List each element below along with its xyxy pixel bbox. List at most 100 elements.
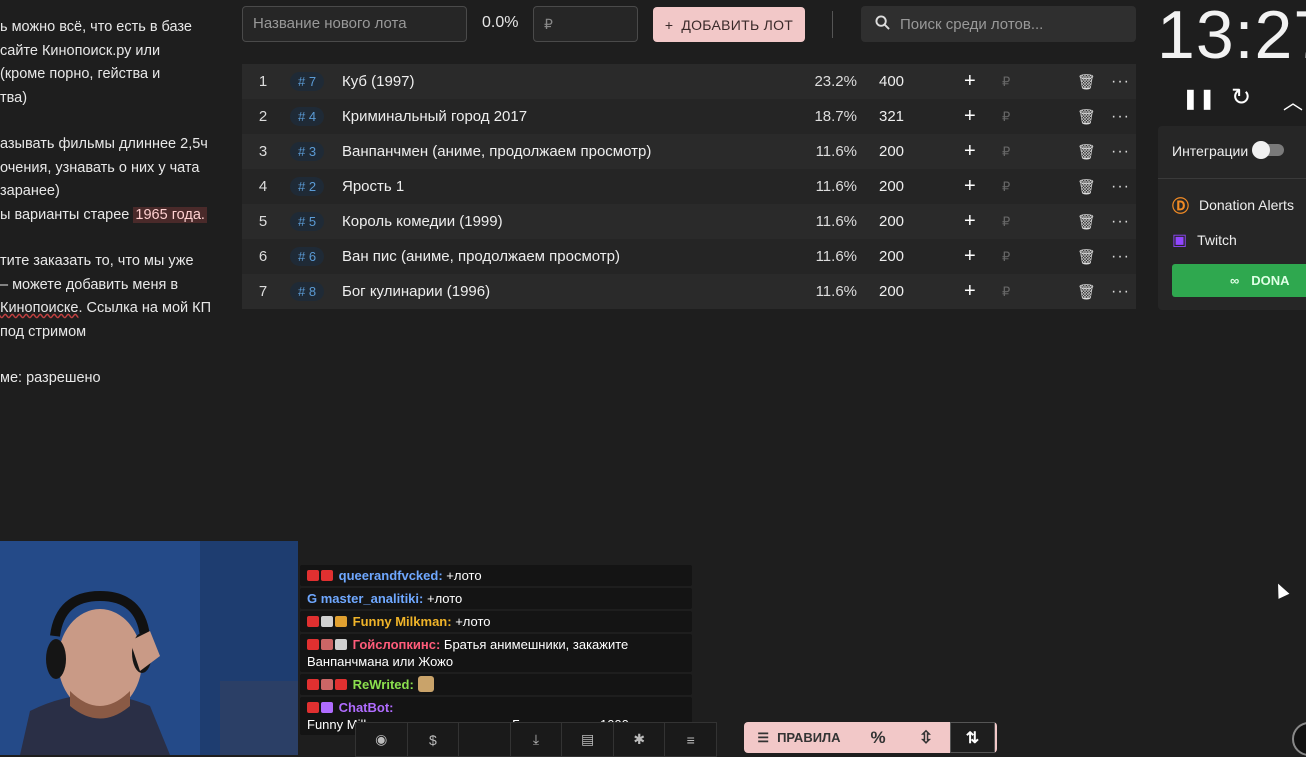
more-icon[interactable]: ···	[1111, 143, 1130, 161]
lot-search-field[interactable]: Поиск среди лотов...	[861, 6, 1136, 42]
lot-id-badge[interactable]: # 3	[290, 142, 325, 161]
more-icon[interactable]: ···	[1111, 108, 1130, 126]
lot-name[interactable]: Ван пис (аниме, продолжаем просмотр)	[342, 248, 762, 265]
lot-id-badge[interactable]: # 6	[290, 247, 325, 266]
trash-icon[interactable]: 🗑	[1077, 178, 1096, 196]
rouble-icon[interactable]: ₽	[1002, 74, 1010, 90]
lot-id-badge[interactable]: # 8	[290, 282, 325, 301]
chat-nick[interactable]: ChatBot:	[339, 700, 394, 715]
chat-nick[interactable]: master_analitiki:	[321, 591, 424, 606]
compress-icon[interactable]: ⇳	[902, 722, 950, 753]
lot-name[interactable]: Ярость 1	[342, 178, 762, 195]
rules-line: под стримом	[0, 323, 87, 340]
lot-id-badge[interactable]: # 5	[290, 212, 325, 231]
chat-nick[interactable]: Гойслопкинс:	[353, 637, 441, 652]
badge-icon	[335, 639, 347, 650]
sort-icon[interactable]: ⇅	[950, 722, 995, 753]
add-amount-icon[interactable]: +	[964, 210, 976, 233]
chat-message: G master_analitiki: +лото	[300, 588, 692, 609]
rules-line-year: ы варианты старее 1965 года.	[0, 204, 236, 228]
integrations-toggle[interactable]	[1252, 141, 1284, 159]
timer-display: 13:27	[1157, 0, 1306, 73]
bug-icon[interactable]: ✱	[614, 723, 666, 756]
lot-amount: 200	[879, 143, 905, 160]
emote-icon	[417, 676, 434, 692]
add-amount-icon[interactable]: +	[964, 105, 976, 128]
lot-row[interactable]: 1 # 7 Куб (1997) 23.2% 400 + ₽ 🗑 ···	[242, 64, 1136, 99]
lot-id-badge[interactable]: # 2	[290, 177, 325, 196]
trash-icon[interactable]: 🗑	[1077, 143, 1096, 161]
more-icon[interactable]: ···	[1111, 213, 1130, 231]
lot-row[interactable]: 2 # 4 Криминальный город 2017 18.7% 321 …	[242, 99, 1136, 134]
lot-id-badge[interactable]: # 4	[290, 107, 325, 126]
lot-name-input[interactable]: Название нового лота	[242, 6, 467, 42]
trash-icon[interactable]: 🗑	[1077, 283, 1096, 301]
g-badge-icon: G	[307, 591, 318, 606]
rouble-icon[interactable]: ₽	[1002, 179, 1010, 195]
chat-text: +лото	[442, 568, 482, 583]
add-lot-button[interactable]: + ДОБАВИТЬ ЛОТ	[653, 7, 805, 42]
lot-name[interactable]: Куб (1997)	[342, 73, 762, 90]
trash-icon[interactable]: 🗑	[1077, 213, 1096, 231]
chat-nick[interactable]: Funny Milkman:	[353, 614, 452, 629]
lot-row[interactable]: 5 # 5 Король комедии (1999) 11.6% 200 + …	[242, 204, 1136, 239]
trash-icon[interactable]: 🗑	[1077, 108, 1096, 126]
add-amount-icon[interactable]: +	[964, 245, 976, 268]
add-amount-icon[interactable]: +	[964, 140, 976, 163]
lot-name[interactable]: Ванпанчмен (аниме, продолжаем просмотр)	[342, 143, 762, 160]
rules-line: заранее)	[0, 183, 60, 199]
donate-button[interactable]: ∞ DONA	[1172, 264, 1306, 297]
trash-icon[interactable]: 🗑	[1077, 73, 1096, 91]
rouble-icon[interactable]: ₽	[1002, 214, 1010, 230]
rules-toolbar: ☰ ПРАВИЛА % ⇳ ⇅	[744, 722, 997, 753]
lot-row[interactable]: 7 # 8 Бог кулинарии (1996) 11.6% 200 + ₽…	[242, 274, 1136, 309]
globe-icon[interactable]	[1292, 722, 1306, 756]
donation-alerts-item[interactable]: Ⓓ Donation Alerts	[1172, 192, 1294, 217]
lot-amount: 400	[879, 73, 905, 90]
clear-list-icon[interactable]: ≡	[665, 723, 716, 756]
rouble-icon[interactable]: ₽	[1002, 249, 1010, 265]
lot-name[interactable]: Криминальный город 2017	[342, 108, 762, 125]
live-badge-icon	[307, 570, 319, 581]
rules-button[interactable]: ☰ ПРАВИЛА	[744, 722, 854, 753]
dollar-icon[interactable]: $	[408, 723, 460, 756]
twitch-item[interactable]: ▣ Twitch	[1172, 230, 1237, 250]
lot-percent: 11.6%	[815, 178, 857, 195]
badge-icon	[321, 679, 333, 690]
reset-icon[interactable]: ↻	[1231, 83, 1251, 112]
download-icon[interactable]: ⤓	[511, 723, 563, 756]
save-icon[interactable]: ▤	[562, 723, 614, 756]
percent-icon[interactable]: %	[854, 722, 902, 753]
lot-row[interactable]: 3 # 3 Ванпанчмен (аниме, продолжаем прос…	[242, 134, 1136, 169]
add-amount-icon[interactable]: +	[964, 280, 976, 303]
chevron-up-icon[interactable]: ︿	[1283, 86, 1303, 115]
lot-id-badge[interactable]: # 7	[290, 72, 325, 91]
rouble-icon[interactable]: ₽	[1002, 284, 1010, 300]
github-icon[interactable]: ◉	[356, 723, 408, 756]
search-icon	[875, 14, 890, 34]
lot-percent: 11.6%	[815, 213, 857, 230]
chat-nick[interactable]: ReWrited:	[353, 677, 414, 692]
lot-amount: 200	[879, 178, 905, 195]
lot-index: 2	[258, 108, 268, 125]
add-amount-icon[interactable]: +	[964, 175, 976, 198]
rouble-icon[interactable]: ₽	[1002, 109, 1010, 125]
more-icon[interactable]: ···	[1111, 248, 1130, 266]
more-icon[interactable]: ···	[1111, 73, 1130, 91]
lot-row[interactable]: 4 # 2 Ярость 1 11.6% 200 + ₽ 🗑 ···	[242, 169, 1136, 204]
lot-percent: 11.6%	[815, 143, 857, 160]
pause-icon[interactable]: ❚❚	[1182, 86, 1216, 111]
rules-line: ме: разрешено	[0, 370, 101, 386]
rules-text: ь можно всё, что есть в базе сайте Киноп…	[0, 16, 236, 391]
trash-icon[interactable]: 🗑	[1077, 248, 1096, 266]
more-icon[interactable]: ···	[1111, 283, 1130, 301]
lot-name[interactable]: Король комедии (1999)	[342, 213, 762, 230]
chat-message: Funny Milkman: +лото	[300, 611, 692, 632]
chat-nick[interactable]: queerandfvcked:	[339, 568, 443, 583]
lot-amount-input[interactable]: ₽	[533, 6, 638, 42]
lot-row[interactable]: 6 # 6 Ван пис (аниме, продолжаем просмот…	[242, 239, 1136, 274]
rouble-icon[interactable]: ₽	[1002, 144, 1010, 160]
more-icon[interactable]: ···	[1111, 178, 1130, 196]
lot-name[interactable]: Бог кулинарии (1996)	[342, 283, 762, 300]
add-amount-icon[interactable]: +	[964, 70, 976, 93]
